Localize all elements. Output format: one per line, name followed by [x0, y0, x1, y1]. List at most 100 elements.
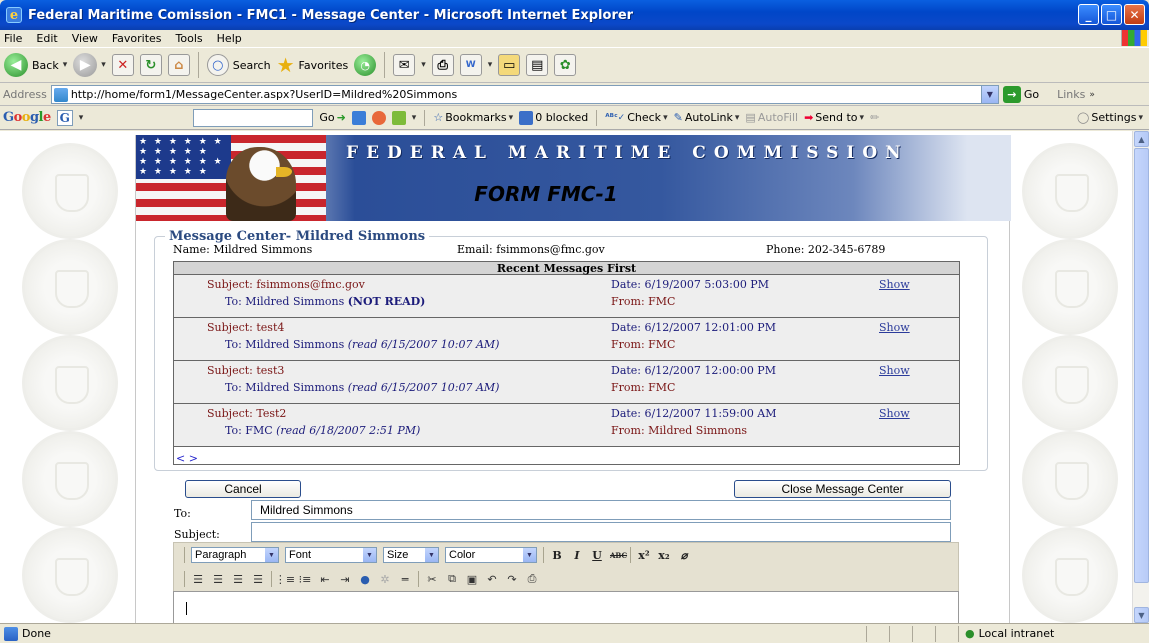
history-icon[interactable]: ◔ — [354, 54, 377, 76]
show-message-link[interactable]: Show — [879, 278, 910, 291]
scrollbar-thumb[interactable] — [1134, 148, 1149, 583]
message-date: Date: 6/12/2007 12:00:00 PM — [611, 364, 776, 377]
mail-icon[interactable]: ✉ — [393, 54, 416, 76]
subscript-icon[interactable]: x₂ — [657, 549, 671, 562]
edit-icon[interactable]: W — [459, 54, 482, 76]
chevron-right-icon[interactable]: » — [1089, 90, 1095, 100]
dropdown-arrow-icon[interactable]: ▾ — [421, 60, 426, 70]
maximize-button[interactable]: □ — [1101, 4, 1122, 25]
menu-edit[interactable]: Edit — [36, 32, 57, 45]
cancel-button[interactable]: Cancel — [185, 480, 301, 498]
message-date: Date: 6/12/2007 12:01:00 PM — [611, 321, 776, 334]
bookmark-star-icon: ☆ — [433, 111, 444, 124]
dropdown-arrow-icon: ▼ — [425, 548, 438, 562]
copy-icon[interactable]: ⧉ — [445, 572, 459, 585]
unordered-list-icon[interactable]: ⁝≡ — [298, 573, 312, 586]
close-window-button[interactable]: ✕ — [1124, 4, 1145, 25]
news-icon[interactable] — [371, 110, 386, 125]
show-message-link[interactable]: Show — [879, 364, 910, 377]
superscript-icon[interactable]: x² — [637, 549, 651, 562]
print-icon[interactable]: ⎙ — [431, 54, 454, 76]
cut-icon[interactable]: ✂ — [425, 573, 439, 586]
seal-watermark-icon — [22, 239, 118, 335]
address-label: Address — [3, 88, 47, 101]
italic-icon[interactable]: I — [570, 549, 584, 562]
paragraph-select[interactable]: Paragraph ▼ — [191, 547, 279, 563]
autolink-button[interactable]: ✎ AutoLink ▾ — [674, 111, 740, 124]
subject-field[interactable] — [251, 522, 951, 542]
align-center-icon[interactable]: ☰ — [211, 573, 225, 586]
paste-icon[interactable]: ▣ — [465, 573, 479, 586]
google-search-input[interactable] — [193, 108, 314, 127]
vertical-scrollbar[interactable]: ▲ ▼ — [1132, 131, 1149, 623]
page-rank-icon[interactable] — [351, 110, 366, 125]
refresh-icon[interactable]: ↻ — [139, 54, 162, 76]
align-right-icon[interactable]: ☰ — [231, 573, 245, 586]
print-icon[interactable]: ⎙ — [525, 572, 539, 585]
site-search-icon[interactable] — [391, 110, 406, 125]
go-button[interactable]: → Go — [1002, 86, 1040, 103]
scroll-down-icon[interactable]: ▼ — [1134, 607, 1149, 623]
message-to-prefix: To: Mildred Simmons — [225, 381, 348, 394]
pager-links[interactable]: < > — [176, 452, 198, 465]
menu-help[interactable]: Help — [217, 32, 242, 45]
links-label[interactable]: Links — [1057, 88, 1085, 101]
unlink-icon[interactable]: ✲ — [378, 573, 392, 586]
seal-watermark-icon — [1022, 431, 1118, 527]
highlight-icon[interactable]: ✏ — [870, 111, 879, 124]
menu-file[interactable]: File — [4, 32, 22, 45]
stop-icon[interactable]: ✕ — [111, 54, 134, 76]
popup-blocker-button[interactable]: 0 blocked — [519, 110, 588, 125]
dropdown-arrow-icon[interactable]: ▾ — [488, 60, 493, 70]
horizontal-rule-icon[interactable]: ═ — [398, 573, 412, 586]
show-message-link[interactable]: Show — [879, 321, 910, 334]
autofill-button[interactable]: ▤ AutoFill — [745, 111, 798, 124]
font-select[interactable]: Font ▼ — [285, 547, 377, 563]
dropdown-arrow-icon[interactable]: ▾ — [101, 60, 106, 70]
show-message-link[interactable]: Show — [879, 407, 910, 420]
size-select[interactable]: Size ▼ — [383, 547, 439, 563]
menu-tools[interactable]: Tools — [176, 32, 203, 45]
to-field[interactable]: Mildred Simmons — [251, 500, 951, 520]
justify-icon[interactable]: ☰ — [251, 573, 265, 586]
search-button[interactable]: ○ Search — [206, 54, 271, 76]
eraser-icon[interactable]: ⌀ — [677, 549, 691, 562]
scroll-up-icon[interactable]: ▲ — [1134, 131, 1149, 147]
research-icon[interactable]: ▤ — [526, 54, 549, 76]
strikethrough-icon[interactable]: ABC — [610, 551, 627, 560]
go-label: Go — [1023, 88, 1040, 101]
forward-button[interactable]: ▶ ▾ — [73, 53, 106, 77]
back-button[interactable]: ◀ Back ▾ — [4, 53, 67, 77]
color-select[interactable]: Color ▼ — [445, 547, 537, 563]
bold-icon[interactable]: B — [550, 549, 564, 562]
menu-favorites[interactable]: Favorites — [112, 32, 162, 45]
search-icon: ○ — [206, 54, 229, 76]
messenger-icon[interactable]: ✿ — [554, 54, 577, 76]
redo-icon[interactable]: ↷ — [505, 573, 519, 586]
folder-icon[interactable]: ▭ — [498, 54, 521, 76]
google-g-icon[interactable]: G — [56, 109, 73, 126]
google-go-button[interactable]: Go ➜ — [319, 111, 345, 124]
settings-button[interactable]: ◯ Settings ▾ — [1077, 111, 1143, 124]
indent-icon[interactable]: ⇥ — [338, 573, 352, 586]
address-dropdown-icon[interactable]: ▼ — [980, 86, 998, 103]
favorites-button[interactable]: ★ Favorites — [277, 53, 349, 77]
home-icon[interactable]: ⌂ — [167, 54, 190, 76]
bookmarks-button[interactable]: ☆ Bookmarks ▾ — [433, 111, 513, 124]
send-to-button[interactable]: ➡ Send to ▾ — [804, 111, 864, 124]
ordered-list-icon[interactable]: ⋮≡ — [275, 573, 295, 586]
align-left-icon[interactable]: ☰ — [191, 573, 205, 586]
address-input[interactable]: http://home/form1/MessageCenter.aspx?Use… — [50, 85, 999, 104]
dropdown-arrow-icon[interactable]: ▾ — [79, 113, 84, 123]
outdent-icon[interactable]: ⇤ — [318, 573, 332, 586]
minimize-button[interactable]: _ — [1078, 4, 1099, 25]
close-message-center-button[interactable]: Close Message Center — [734, 480, 951, 498]
underline-icon[interactable]: U — [590, 549, 604, 562]
dropdown-arrow-icon[interactable]: ▾ — [412, 113, 417, 123]
insert-link-icon[interactable]: ● — [358, 573, 372, 586]
spell-check-button[interactable]: ᴬᴮᶜ✓ Check ▾ — [605, 111, 667, 124]
undo-icon[interactable]: ↶ — [485, 573, 499, 586]
address-bar: Address http://home/form1/MessageCenter.… — [0, 84, 1149, 106]
dropdown-arrow-icon[interactable]: ▾ — [63, 60, 68, 70]
menu-view[interactable]: View — [72, 32, 98, 45]
